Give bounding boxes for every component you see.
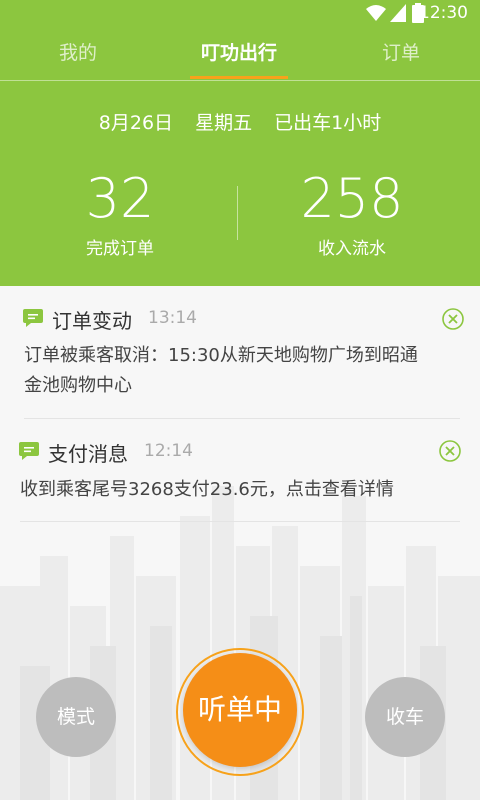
close-icon[interactable] xyxy=(441,307,465,331)
weekday-text: 星期五 xyxy=(195,112,253,134)
date-info: 8月26日 星期五 已出车1小时 xyxy=(0,108,480,135)
mode-button[interactable]: 模式 xyxy=(36,677,116,757)
date-text: 8月26日 xyxy=(98,112,174,134)
notification-message-line: 金池购物中心 xyxy=(24,375,132,396)
divider xyxy=(24,418,460,419)
stat-income: 258 收入流水 xyxy=(232,167,472,260)
message-icon xyxy=(23,309,43,327)
status-time: 12:30 xyxy=(419,3,468,23)
status-bar: 12:30 xyxy=(0,0,480,26)
notification-title: 订单变动 xyxy=(52,309,132,333)
stat-label: 收入流水 xyxy=(318,239,386,259)
signal-icon xyxy=(390,4,406,22)
tab-mine[interactable]: 我的 xyxy=(0,26,156,80)
notification-message[interactable]: 订单被乘客取消：15:30从新天地购物广场到昭通 金池购物中心 xyxy=(24,341,468,401)
tab-travel[interactable]: 叮功出行 xyxy=(156,26,322,80)
listening-button[interactable]: 听单中 xyxy=(183,653,297,767)
divider xyxy=(20,521,460,522)
tab-orders[interactable]: 订单 xyxy=(322,26,480,80)
tab-divider xyxy=(0,80,480,81)
stat-value: 258 xyxy=(300,167,404,230)
online-duration: 已出车1小时 xyxy=(274,112,382,134)
notification-time: 12:14 xyxy=(144,441,193,461)
stat-label: 完成订单 xyxy=(86,239,154,259)
stat-completed-orders: 32 完成订单 xyxy=(0,167,240,260)
message-icon xyxy=(19,442,39,460)
notification-message-line: 收到乘客尾号3268支付23.6元，点击查看详情 xyxy=(20,479,394,500)
wifi-icon xyxy=(366,5,386,21)
notification-message-line: 订单被乘客取消：15:30从新天地购物广场到昭通 xyxy=(24,345,418,366)
close-icon[interactable] xyxy=(438,439,462,463)
stop-button[interactable]: 收车 xyxy=(365,677,445,757)
stat-value: 32 xyxy=(85,167,155,230)
notification-time: 13:14 xyxy=(148,308,197,328)
active-tab-indicator xyxy=(190,76,288,79)
notification-title: 支付消息 xyxy=(48,442,128,466)
tab-bar: 我的 叮功出行 订单 xyxy=(0,26,480,80)
notification-message[interactable]: 收到乘客尾号3268支付23.6元，点击查看详情 xyxy=(20,475,464,505)
